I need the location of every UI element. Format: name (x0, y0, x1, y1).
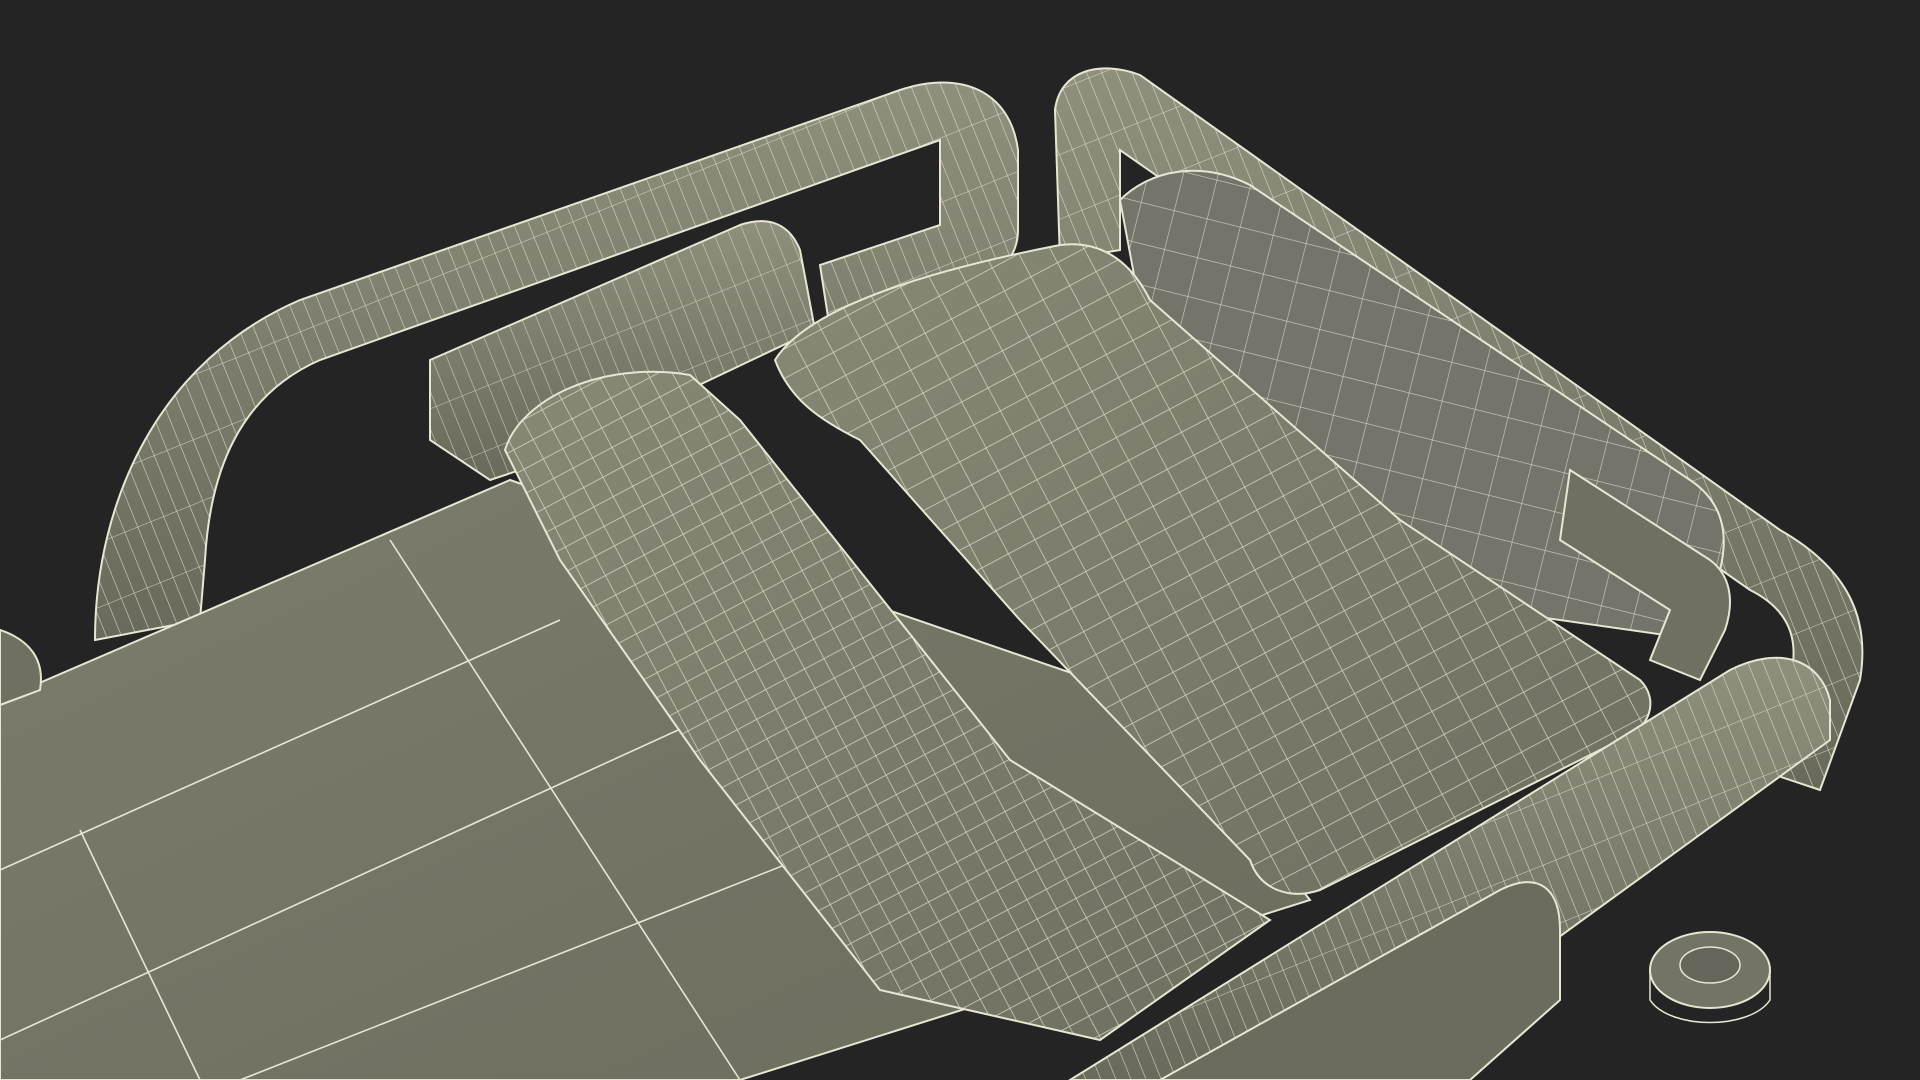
render-viewport (0, 0, 1920, 1080)
bed-render (0, 0, 1920, 1080)
